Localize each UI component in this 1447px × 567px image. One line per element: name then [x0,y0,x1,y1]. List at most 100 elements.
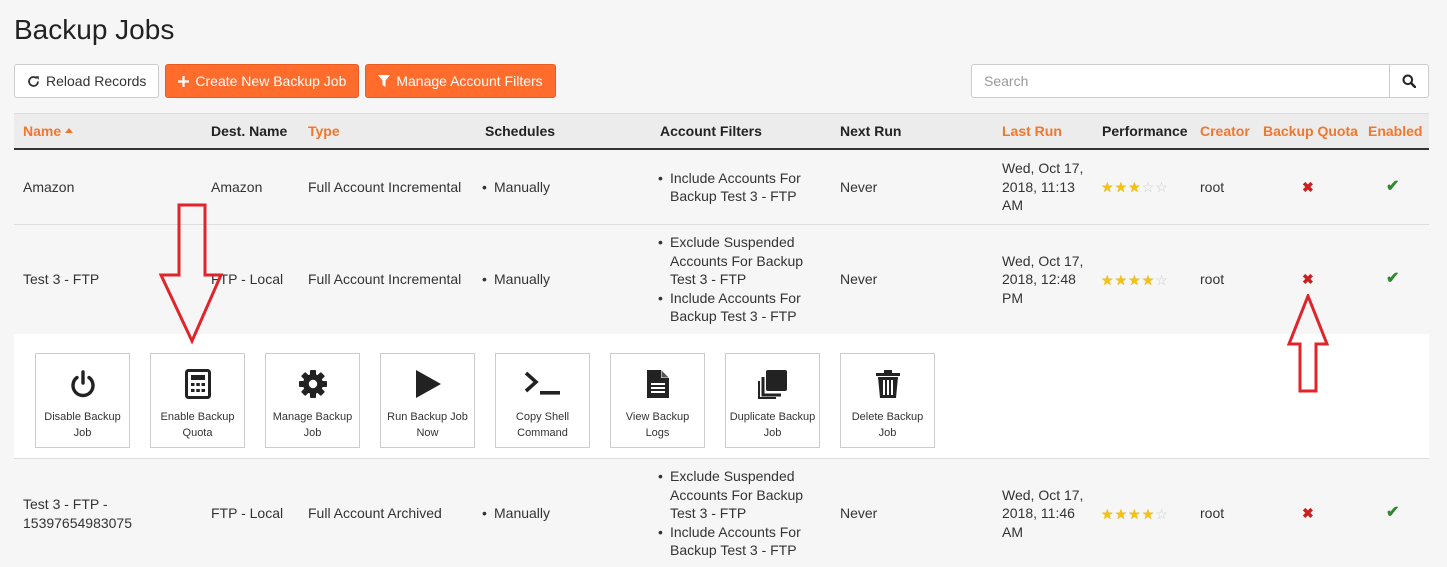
disable-backup-job-button[interactable]: Disable Backup Job [35,353,130,448]
delete-backup-job-button[interactable]: Delete Backup Job [840,353,935,448]
calculator-icon [184,369,211,399]
annotation-arrow-down [158,203,224,345]
cell-name: Test 3 - FTP - 15397654983075 [23,496,133,531]
action-label: Delete Backup Job [851,411,924,439]
trash-icon [875,370,900,398]
star-filled-icon: ★ [1101,505,1114,522]
annotation-arrow-up [1286,294,1330,393]
power-icon [70,370,95,398]
sort-ascending-icon [65,128,74,133]
star-empty-icon: ☆ [1155,179,1168,195]
search-button[interactable] [1389,64,1429,98]
star-empty-icon: ☆ [1141,179,1155,195]
cell-schedules: Manually [482,459,550,567]
cell-type: Full Account Incremental [308,178,462,195]
search-icon [1402,74,1416,88]
search-group [971,64,1429,98]
manage-backup-job-button[interactable]: Manage Backup Job [265,353,360,448]
enable-backup-quota-button[interactable]: Enable Backup Quota [150,353,245,448]
cell-next-run: Never [840,505,878,522]
cell-creator: root [1200,178,1225,195]
file-text-icon [646,370,669,398]
cell-enabled: ✔ [1386,150,1399,224]
x-icon: ✖ [1302,178,1314,195]
search-input[interactable] [971,64,1389,98]
row-actions-panel: Disable Backup Job Enable Backup Quota M… [14,334,1429,459]
cell-type: Full Account Incremental [308,271,462,288]
column-header-next-run: Next Run [840,123,902,139]
table-row[interactable]: Test 3 - FTP FTP - Local Full Account In… [14,225,1429,334]
manage-account-filters-button[interactable]: Manage Account Filters [365,64,556,98]
copy-shell-command-button[interactable]: Copy Shell Command [495,353,590,448]
column-header-enabled[interactable]: Enabled [1368,114,1422,149]
performance-rating: ★ ★ ★ ★ ☆ [1101,273,1168,287]
star-filled-icon: ★ [1114,179,1128,195]
table-header: Name Dest. Name Type Schedules Account F… [14,113,1429,150]
column-header-quota[interactable]: Backup Quota [1263,114,1358,149]
cell-performance: ★ ★ ★ ☆ ☆ [1101,150,1168,224]
refresh-icon [28,75,39,87]
action-label: Disable Backup Job [44,411,121,439]
filter-item: Exclude Suspended Accounts For Backup Te… [658,233,818,289]
reload-records-button[interactable]: Reload Records [14,64,160,98]
manage-account-filters-label: Manage Account Filters [396,73,543,89]
star-filled-icon: ★ [1114,271,1128,288]
page-title: Backup Jobs [14,14,175,45]
column-header-dest: Dest. Name [211,123,288,139]
cell-next-run: Never [840,271,878,288]
column-header-type[interactable]: Type [308,114,340,149]
cell-filters: Exclude Suspended Accounts For Backup Te… [658,459,818,567]
cell-creator: root [1200,271,1225,288]
cell-performance: ★ ★ ★ ★ ☆ [1101,225,1168,334]
action-label: Copy Shell Command [515,411,570,439]
star-empty-icon: ☆ [1155,505,1168,522]
plus-icon [178,75,190,87]
column-header-performance: Performance [1102,123,1188,139]
column-header-name[interactable]: Name [23,114,74,149]
table-row[interactable]: Amazon Amazon Full Account Incremental M… [14,150,1429,225]
action-label: Duplicate Backup Job [729,411,816,439]
column-header-last-run[interactable]: Last Run [1002,114,1062,149]
cell-enabled: ✔ [1386,459,1399,567]
cell-last-run: Wed, Oct 17, 2018, 11:13 AM [1002,160,1084,214]
view-backup-logs-button[interactable]: View Backup Logs [610,353,705,448]
cell-performance: ★ ★ ★ ★ ☆ [1101,459,1168,567]
create-backup-job-label: Create New Backup Job [195,73,347,89]
schedule-item: Manually [482,270,550,289]
cell-name: Test 3 - FTP [23,271,100,288]
copy-icon [757,370,787,399]
action-label: Manage Backup Job [272,411,353,439]
x-icon: ✖ [1302,271,1314,288]
cell-quota: ✖ [1302,459,1314,567]
cell-type: Full Account Archived [308,505,442,522]
filter-item: Include Accounts For Backup Test 3 - FTP [658,289,818,326]
filter-icon [378,75,391,87]
star-filled-icon: ★ [1128,271,1141,288]
star-filled-icon: ★ [1141,271,1155,288]
column-header-schedules: Schedules [485,123,556,139]
cell-creator: root [1200,505,1225,522]
backup-jobs-table: Name Dest. Name Type Schedules Account F… [14,113,1429,334]
table-row[interactable]: Test 3 - FTP - 15397654983075 FTP - Loca… [14,459,1429,567]
performance-rating: ★ ★ ★ ★ ☆ [1101,507,1168,521]
backup-jobs-table-continued: Test 3 - FTP - 15397654983075 FTP - Loca… [14,459,1429,567]
filter-item: Include Accounts For Backup Test 3 - FTP [658,169,818,206]
cell-quota: ✖ [1302,150,1314,224]
column-header-creator[interactable]: Creator [1200,114,1250,149]
play-icon [415,370,441,398]
cell-last-run: Wed, Oct 17, 2018, 12:48 PM [1002,252,1084,306]
star-filled-icon: ★ [1141,505,1155,522]
toolbar: Reload Records Create New Backup Job Man… [14,64,556,98]
run-backup-job-now-button[interactable]: Run Backup Job Now [380,353,475,448]
reload-records-label: Reload Records [46,73,147,89]
duplicate-backup-job-button[interactable]: Duplicate Backup Job [725,353,820,448]
filter-item: Exclude Suspended Accounts For Backup Te… [658,467,818,523]
check-icon: ✔ [1386,177,1400,195]
create-backup-job-button[interactable]: Create New Backup Job [165,64,360,98]
cell-schedules: Manually [482,225,550,334]
performance-rating: ★ ★ ★ ☆ ☆ [1101,180,1168,194]
star-filled-icon: ★ [1114,505,1128,522]
cell-schedules: Manually [482,150,550,224]
star-filled-icon: ★ [1128,505,1141,522]
star-empty-icon: ☆ [1155,271,1168,288]
